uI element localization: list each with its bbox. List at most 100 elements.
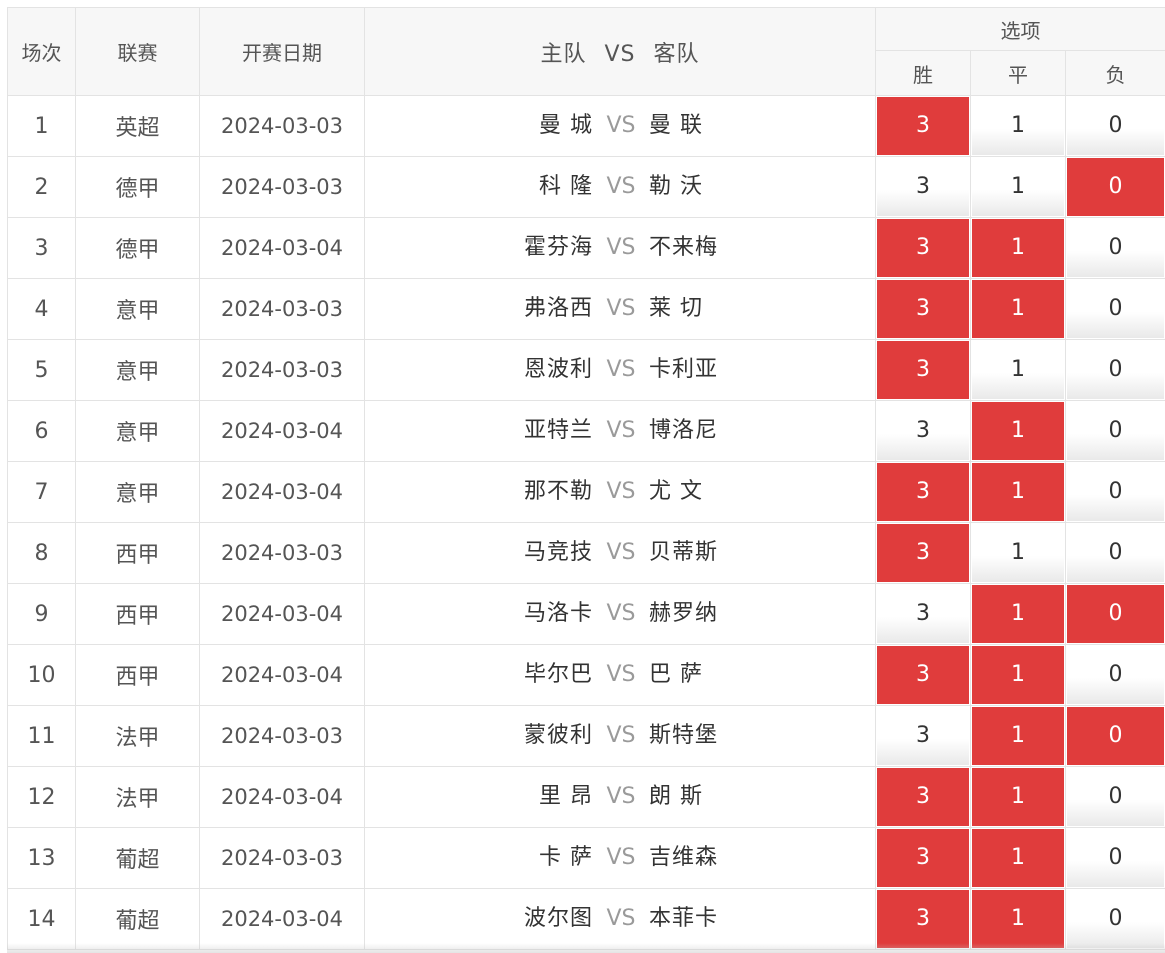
option-lose-button[interactable]: 0 (1067, 585, 1165, 643)
match-index: 10 (7, 644, 76, 706)
match-index: 2 (7, 156, 76, 218)
vs-label: VS (606, 113, 636, 138)
teams-wrapper: 曼 城 VS 曼 联 (366, 97, 875, 156)
option-win-button[interactable]: 3 (877, 524, 969, 582)
option-draw-button[interactable]: 1 (972, 768, 1064, 826)
option-draw-button[interactable]: 1 (972, 97, 1064, 155)
option-cell: 1 (970, 278, 1066, 340)
option-lose-button[interactable]: 0 (1067, 402, 1165, 460)
option-lose-button[interactable]: 0 (1067, 829, 1165, 887)
option-lose-button[interactable]: 0 (1067, 707, 1165, 765)
teams-wrapper: 毕尔巴 VS 巴 萨 (366, 646, 875, 705)
option-draw-button[interactable]: 1 (972, 890, 1064, 948)
match-index: 8 (7, 522, 76, 584)
bottom-fade (7, 943, 1165, 953)
option-lose-button[interactable]: 0 (1067, 158, 1165, 216)
option-lose-button[interactable]: 0 (1067, 97, 1165, 155)
home-team: 那不勒 (523, 479, 593, 504)
option-draw-button[interactable]: 1 (972, 341, 1064, 399)
match-teams: 卡 萨 VS 吉维森 (364, 827, 876, 889)
option-cell: 0 (1064, 522, 1165, 584)
header-away: 客队 (653, 41, 700, 67)
option-cell: 3 (875, 827, 971, 889)
option-win-button[interactable]: 3 (877, 646, 969, 704)
teams-wrapper: 科 隆 VS 勒 沃 (366, 158, 875, 217)
option-lose-button[interactable]: 0 (1067, 768, 1165, 826)
option-win-button[interactable]: 3 (877, 158, 969, 216)
option-win-button[interactable]: 3 (877, 890, 969, 948)
match-index: 1 (7, 95, 76, 157)
away-team: 勒 沃 (649, 174, 703, 199)
option-draw-button[interactable]: 1 (972, 158, 1064, 216)
option-win-button[interactable]: 3 (877, 402, 969, 460)
option-win-button[interactable]: 3 (877, 97, 969, 155)
option-draw-button[interactable]: 1 (972, 280, 1064, 338)
option-cell: 3 (875, 888, 971, 950)
option-lose-button[interactable]: 0 (1067, 341, 1165, 399)
option-cell: 3 (875, 461, 971, 523)
match-league: 意甲 (75, 278, 200, 340)
option-draw-button[interactable]: 1 (972, 463, 1064, 521)
option-win-button[interactable]: 3 (877, 585, 969, 643)
option-win-button[interactable]: 3 (877, 219, 969, 277)
option-win-button[interactable]: 3 (877, 341, 969, 399)
option-cell: 0 (1064, 95, 1165, 157)
option-cell: 0 (1064, 217, 1165, 279)
away-team: 贝蒂斯 (649, 540, 719, 565)
option-cell: 1 (970, 827, 1066, 889)
option-lose-button[interactable]: 0 (1067, 524, 1165, 582)
option-win-button[interactable]: 3 (877, 280, 969, 338)
match-date: 2024-03-03 (199, 705, 365, 767)
match-league: 德甲 (75, 156, 200, 218)
teams-wrapper: 恩波利 VS 卡利亚 (366, 341, 875, 400)
match-teams: 霍芬海 VS 不来梅 (364, 217, 876, 279)
match-date: 2024-03-03 (199, 522, 365, 584)
option-cell: 3 (875, 400, 971, 462)
option-lose-button[interactable]: 0 (1067, 646, 1165, 704)
option-cell: 0 (1064, 339, 1165, 401)
option-draw-button[interactable]: 1 (972, 829, 1064, 887)
match-date: 2024-03-04 (199, 400, 365, 462)
vs-label: VS (606, 174, 636, 199)
vs-label: VS (606, 479, 636, 504)
option-draw-button[interactable]: 1 (972, 707, 1064, 765)
option-win-button[interactable]: 3 (877, 707, 969, 765)
option-win-button[interactable]: 3 (877, 463, 969, 521)
option-lose-button[interactable]: 0 (1067, 219, 1165, 277)
option-cell: 1 (970, 400, 1066, 462)
vs-label: VS (606, 723, 636, 748)
table-row: 5 意甲 2024-03-03 恩波利 VS 卡利亚 3 1 0 (7, 339, 1165, 401)
option-draw-button[interactable]: 1 (972, 585, 1064, 643)
option-lose-button[interactable]: 0 (1067, 890, 1165, 948)
vs-label: VS (606, 601, 636, 626)
vs-label: VS (606, 296, 636, 321)
match-index: 5 (7, 339, 76, 401)
option-draw-button[interactable]: 1 (972, 646, 1064, 704)
table-row: 2 德甲 2024-03-03 科 隆 VS 勒 沃 310 (7, 156, 1165, 218)
teams-wrapper: 马竞技 VS 贝蒂斯 (366, 524, 875, 583)
match-date: 2024-03-04 (199, 644, 365, 706)
option-lose-button[interactable]: 0 (1067, 280, 1165, 338)
option-cell: 0 (1064, 827, 1165, 889)
option-cell: 3 (875, 156, 971, 218)
vs-label: VS (606, 784, 636, 809)
option-draw-button[interactable]: 1 (972, 219, 1064, 277)
home-team: 卡 萨 (539, 845, 593, 870)
match-date: 2024-03-03 (199, 827, 365, 889)
option-win-button[interactable]: 3 (877, 768, 969, 826)
header-date: 开赛日期 (199, 7, 365, 96)
option-cell: 3 (875, 278, 971, 340)
option-draw-button[interactable]: 1 (972, 524, 1064, 582)
table-row: 3 德甲 2024-03-04 霍芬海 VS 不来梅 3 1 0 (7, 217, 1165, 279)
teams-wrapper: 那不勒 VS 尤 文 (366, 463, 875, 522)
option-win-button[interactable]: 3 (877, 829, 969, 887)
option-cell: 0 (1064, 583, 1165, 645)
vs-label: VS (606, 418, 636, 443)
option-cell: 0 (1064, 156, 1165, 218)
option-draw-button[interactable]: 1 (972, 402, 1064, 460)
match-teams: 蒙彼利 VS 斯特堡 (364, 705, 876, 767)
match-table: 场次 联赛 开赛日期 主队 VS 客队 选项 胜 平 负 1 英超 2024-03-… (7, 7, 1165, 950)
match-teams: 马竞技 VS 贝蒂斯 (364, 522, 876, 584)
option-lose-button[interactable]: 0 (1067, 463, 1165, 521)
option-cell: 0 (1064, 888, 1165, 950)
